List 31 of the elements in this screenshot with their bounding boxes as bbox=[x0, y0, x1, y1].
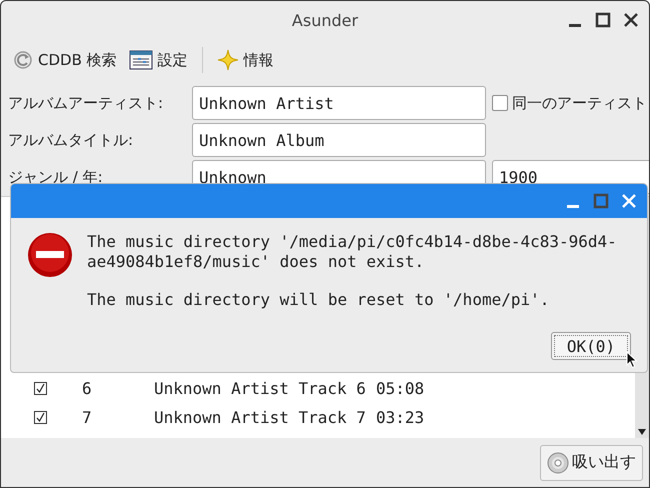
track-title: Unknown Artist Track 6 bbox=[154, 379, 367, 398]
artist-field[interactable]: Unknown Artist bbox=[192, 86, 486, 120]
refresh-icon bbox=[13, 50, 33, 70]
maximize-icon[interactable] bbox=[595, 12, 611, 28]
genre-year-label: ジャンル / 年: bbox=[8, 168, 104, 186]
error-message: The music directory '/media/pi/c0fc4b14-d8be-4c83-96d4-ae49084b1ef8/music' does not exist. bbox=[87, 232, 618, 272]
album-title-field[interactable]: Unknown Album bbox=[192, 123, 486, 157]
track-checkbox[interactable] bbox=[34, 411, 47, 424]
settings-icon bbox=[128, 50, 153, 70]
track-time: 05:08 bbox=[376, 379, 424, 398]
checkbox[interactable] bbox=[492, 95, 508, 111]
track-number: 6 bbox=[82, 379, 93, 398]
cursor-icon bbox=[626, 351, 638, 369]
album-title-label: アルバムタイトル: bbox=[8, 130, 134, 150]
cddb-button[interactable]: CDDB 検索 bbox=[9, 48, 121, 72]
star-icon bbox=[216, 49, 239, 71]
ok-button[interactable]: OK(0) bbox=[551, 332, 631, 360]
window-title: Asunder bbox=[292, 10, 358, 30]
track-number: 7 bbox=[82, 408, 93, 427]
track-time: 03:23 bbox=[376, 408, 424, 427]
track-title: Unknown Artist Track 7 bbox=[154, 408, 367, 427]
scroll-down-icon[interactable] bbox=[637, 429, 647, 435]
close-icon[interactable] bbox=[623, 12, 639, 28]
artist-label: アルバムアーティスト: bbox=[8, 94, 164, 112]
disc-icon bbox=[547, 452, 569, 474]
error-detail: The music directory will be reset to '/home/pi'. bbox=[87, 290, 550, 310]
track-checkbox[interactable] bbox=[34, 382, 47, 395]
rip-button[interactable]: 吸い出す bbox=[540, 444, 643, 480]
preferences-button[interactable]: 設定 bbox=[124, 48, 192, 72]
about-button[interactable]: 情報 bbox=[212, 47, 278, 73]
error-icon bbox=[27, 232, 73, 278]
